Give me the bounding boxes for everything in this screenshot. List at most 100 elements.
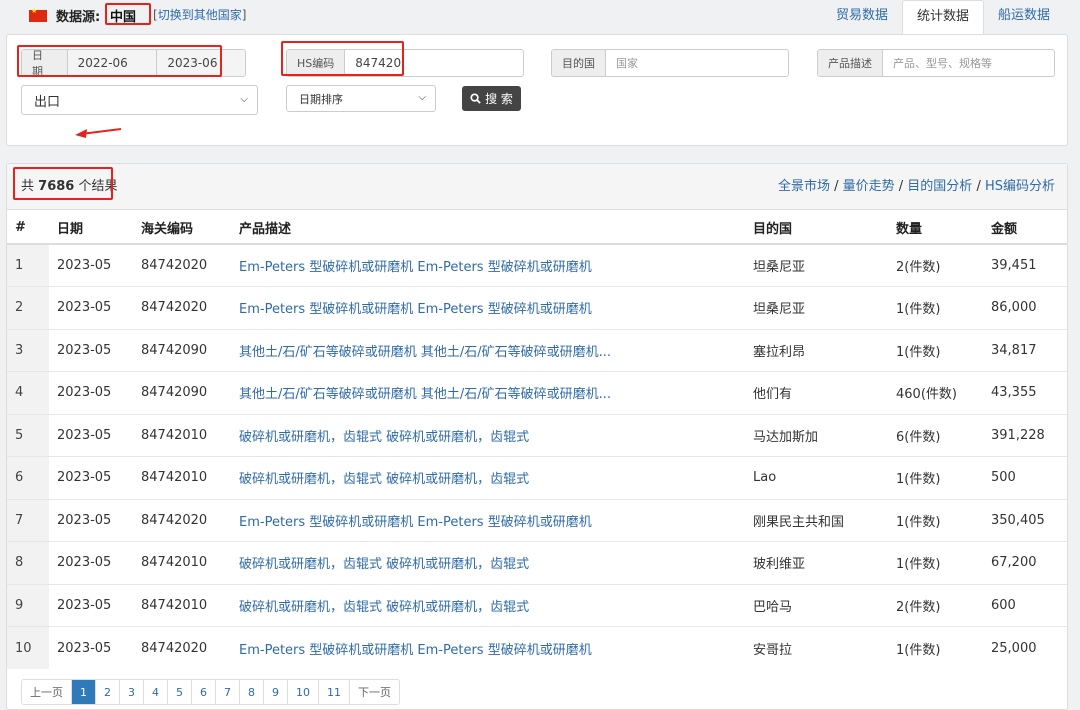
row-description-link[interactable]: 破碎机或研磨机，齿辊式 破碎机或研磨机，齿辊式 — [231, 413, 745, 457]
row-quantity: 1(件数) — [888, 541, 983, 584]
row-destination: 坦桑尼亚 — [745, 286, 888, 329]
row-description-link[interactable]: 破碎机或研磨机，齿辊式 破碎机或研磨机，齿辊式 — [231, 583, 745, 627]
row-date: 2023-05 — [49, 328, 133, 372]
link-destination-analysis[interactable]: 目的国分析 — [907, 179, 972, 194]
trade-type-select[interactable]: 出口 ⌵ — [21, 85, 258, 115]
link-hs-code-analysis[interactable]: HS编码分析 — [985, 179, 1055, 194]
row-quantity: 1(件数) — [888, 498, 983, 542]
prev-page-button[interactable]: 上一页 — [22, 680, 72, 704]
highlight-box-source — [105, 3, 151, 25]
row-quantity: 1(件数) — [888, 328, 983, 372]
results-panel: 共 7686 个结果 全景市场 / 量价走势 / 目的国分析 / HS编码分析 … — [6, 163, 1068, 710]
page-button-6[interactable]: 6 — [192, 680, 216, 704]
page-button-11[interactable]: 11 — [319, 680, 350, 704]
table-row: 4 2023-05 84742090 其他土/石/矿石等破碎或研磨机 其他土/石/矿石… — [7, 371, 1067, 414]
row-description-link[interactable]: Em-Peters 型破碎机或研磨机 Em-Peters 型破碎机或研磨机 — [231, 243, 745, 287]
tab-trade-data[interactable]: 贸易数据 — [822, 0, 902, 36]
row-quantity: 2(件数) — [888, 583, 983, 627]
column-header-description: 产品描述 — [231, 211, 745, 245]
row-amount: 25,000 — [983, 626, 1067, 669]
column-header-quantity: 数量 — [888, 211, 983, 245]
row-description-link[interactable]: 其他土/石/矿石等破碎或研磨机 其他土/石/矿石等破碎或研磨机... — [231, 371, 745, 414]
tab-statistics-data[interactable]: 统计数据 — [901, 0, 984, 36]
chevron-down-icon: ⌵ — [418, 92, 426, 103]
tab-shipping-data[interactable]: 船运数据 — [984, 0, 1064, 36]
destination-label: 目的国 — [552, 50, 606, 76]
row-amount: 350,405 — [983, 498, 1067, 542]
row-index: 6 — [7, 456, 49, 499]
row-index: 2 — [7, 286, 49, 329]
row-date: 2023-05 — [49, 583, 133, 627]
search-icon — [470, 93, 481, 104]
row-date: 2023-05 — [49, 371, 133, 414]
china-flag-icon — [29, 7, 47, 22]
row-amount: 391,228 — [983, 413, 1067, 457]
link-market-overview[interactable]: 全景市场 — [778, 179, 830, 194]
row-description-link[interactable]: 破碎机或研磨机，齿辊式 破碎机或研磨机，齿辊式 — [231, 456, 745, 499]
row-description-link[interactable]: Em-Peters 型破碎机或研磨机 Em-Peters 型破碎机或研磨机 — [231, 626, 745, 669]
row-quantity: 1(件数) — [888, 456, 983, 499]
column-header-date: 日期 — [49, 211, 133, 245]
row-destination: 塞拉利昂 — [745, 328, 888, 372]
row-index: 3 — [7, 328, 49, 372]
row-description-link[interactable]: Em-Peters 型破碎机或研磨机 Em-Peters 型破碎机或研磨机 — [231, 498, 745, 542]
row-hs-code: 84742020 — [133, 626, 231, 669]
page-button-4[interactable]: 4 — [144, 680, 168, 704]
highlight-box-hs — [281, 41, 404, 76]
data-tabs: 贸易数据 统计数据 船运数据 — [822, 0, 1064, 36]
page-button-3[interactable]: 3 — [120, 680, 144, 704]
row-date: 2023-05 — [49, 286, 133, 329]
row-index: 1 — [7, 243, 49, 287]
column-header-hs-code: 海关编码 — [133, 211, 231, 245]
row-destination: 坦桑尼亚 — [745, 243, 888, 287]
switch-country-link[interactable]: [切换到其他国家] — [153, 6, 246, 23]
row-amount: 600 — [983, 583, 1067, 627]
row-date: 2023-05 — [49, 456, 133, 499]
page-button-9[interactable]: 9 — [264, 680, 288, 704]
table-row: 2 2023-05 84742020 Em-Peters 型破碎机或研磨机 Em-Pe… — [7, 286, 1067, 329]
data-source-label: 数据源: — [56, 10, 101, 25]
page-button-5[interactable]: 5 — [168, 680, 192, 704]
table-row: 7 2023-05 84742020 Em-Peters 型破碎机或研磨机 Em-Pe… — [7, 498, 1067, 542]
table-row: 9 2023-05 84742010 破碎机或研磨机，齿辊式 破碎机或研磨机，齿辊式巴… — [7, 583, 1067, 627]
page-button-2[interactable]: 2 — [96, 680, 120, 704]
page-button-1[interactable]: 1 — [72, 680, 96, 704]
column-header-amount: 金额 — [983, 211, 1067, 245]
row-amount: 43,355 — [983, 371, 1067, 414]
description-group: 产品描述 产品、型号、规格等 — [817, 49, 1055, 77]
next-page-button[interactable]: 下一页 — [350, 680, 399, 704]
sort-value: 日期排序 — [299, 92, 343, 106]
destination-input[interactable]: 国家 — [606, 50, 648, 76]
sort-select[interactable]: 日期排序 ⌵ — [286, 85, 436, 112]
pagination: 上一页 1 2 3 4 5 6 7 8 9 10 11 下一页 — [21, 679, 400, 705]
row-hs-code: 84742010 — [133, 456, 231, 499]
column-header-index: # — [7, 211, 49, 245]
analysis-links: 全景市场 / 量价走势 / 目的国分析 / HS编码分析 — [777, 179, 1055, 194]
table-row: 10 2023-05 84742020 Em-Peters 型破碎机或研磨机 Em-P… — [7, 626, 1067, 669]
row-quantity: 1(件数) — [888, 286, 983, 329]
row-destination: Lao — [745, 456, 888, 499]
page-button-8[interactable]: 8 — [240, 680, 264, 704]
row-description-link[interactable]: Em-Peters 型破碎机或研磨机 Em-Peters 型破碎机或研磨机 — [231, 286, 745, 329]
chevron-down-icon: ⌵ — [240, 94, 248, 105]
row-quantity: 460(件数) — [888, 371, 983, 414]
row-quantity: 2(件数) — [888, 243, 983, 287]
row-index: 10 — [7, 626, 49, 669]
row-description-link[interactable]: 其他土/石/矿石等破碎或研磨机 其他土/石/矿石等破碎或研磨机... — [231, 328, 745, 372]
row-index: 5 — [7, 413, 49, 457]
page-button-7[interactable]: 7 — [216, 680, 240, 704]
row-destination: 巴哈马 — [745, 583, 888, 627]
row-quantity: 6(件数) — [888, 413, 983, 457]
page-button-10[interactable]: 10 — [288, 680, 319, 704]
table-row: 5 2023-05 84742010 破碎机或研磨机，齿辊式 破碎机或研磨机，齿辊式马… — [7, 413, 1067, 457]
description-input[interactable]: 产品、型号、规格等 — [883, 50, 1002, 76]
search-button[interactable]: 搜 索 — [462, 86, 521, 111]
row-hs-code: 84742020 — [133, 243, 231, 287]
row-date: 2023-05 — [49, 626, 133, 669]
row-hs-code: 84742020 — [133, 286, 231, 329]
destination-group: 目的国 国家 — [551, 49, 789, 77]
table-row: 6 2023-05 84742010 破碎机或研磨机，齿辊式 破碎机或研磨机，齿辊式 L… — [7, 456, 1067, 499]
link-price-trend[interactable]: 量价走势 — [843, 179, 895, 194]
table-row: 1 2023-05 84742020 Em-Peters 型破碎机或研磨机 Em-Pe… — [7, 243, 1067, 287]
row-description-link[interactable]: 破碎机或研磨机，齿辊式 破碎机或研磨机，齿辊式 — [231, 541, 745, 584]
